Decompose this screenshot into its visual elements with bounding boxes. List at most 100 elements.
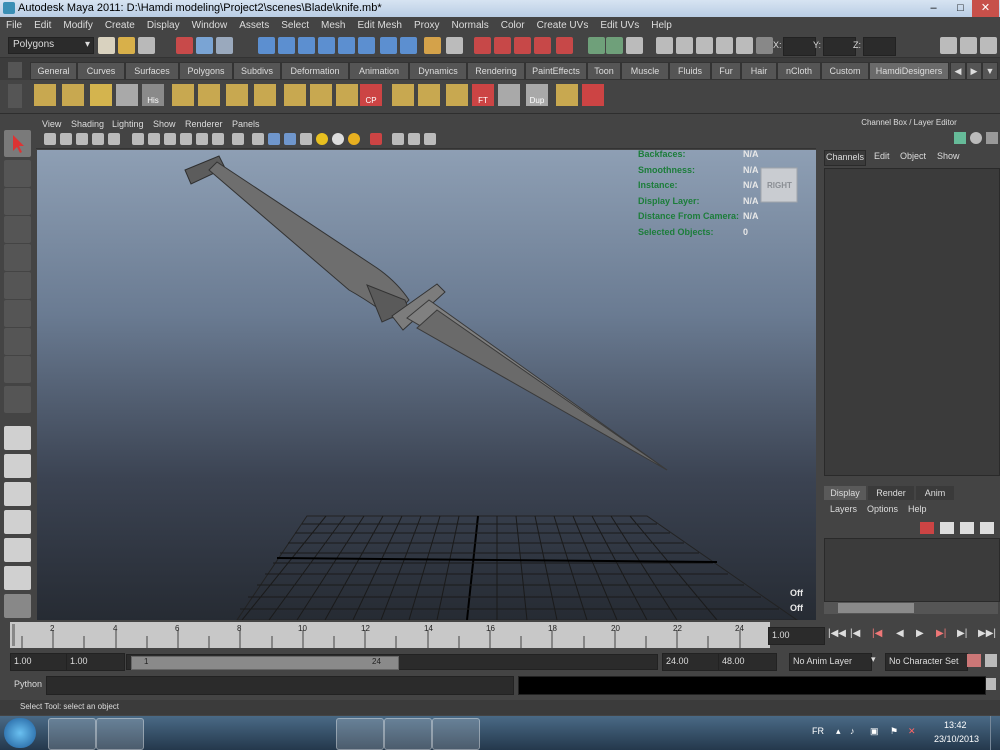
menu-window[interactable]: Window: [186, 17, 234, 34]
menu-edit[interactable]: Edit: [28, 17, 57, 34]
current-frame-field[interactable]: 1.00: [768, 627, 825, 645]
hypershade-icon[interactable]: [534, 37, 551, 54]
step-forward-frame-icon[interactable]: ▶|: [957, 628, 967, 639]
step-back-frame-icon[interactable]: |◀: [850, 628, 860, 639]
show-manipulator-tool-icon[interactable]: [4, 356, 31, 383]
move-layer-up-icon[interactable]: [960, 522, 974, 534]
shelf-tab-general[interactable]: General: [30, 62, 77, 80]
shelf-uv-icon[interactable]: [498, 84, 520, 106]
range-track[interactable]: 1 24: [126, 654, 658, 670]
snap-plane-icon[interactable]: [318, 37, 335, 54]
shelf-tab-painteffects[interactable]: PaintEffects: [525, 62, 587, 80]
clock-time[interactable]: 13:42: [944, 720, 967, 730]
knife-model[interactable]: [184, 155, 668, 471]
layer-tab-display[interactable]: Display: [824, 486, 866, 500]
vp-menu-view[interactable]: View: [42, 116, 61, 132]
menu-select[interactable]: Select: [275, 17, 315, 34]
tray-expand-icon[interactable]: ▴: [836, 726, 841, 737]
menu-set-dropdown[interactable]: Polygons ▾: [8, 37, 94, 54]
viewport-3d[interactable]: RIGHT Backfaces: N/A Smoothness: N/A Ins…: [37, 150, 816, 620]
command-input[interactable]: [46, 676, 514, 695]
chevron-down-icon[interactable]: ▾: [871, 654, 876, 665]
shelf-scroll-left-icon[interactable]: ◀: [950, 62, 966, 80]
layer-menu-layers[interactable]: Layers: [830, 504, 857, 514]
x-input[interactable]: [783, 37, 816, 56]
menu-mesh[interactable]: Mesh: [315, 17, 351, 34]
shelf-crease-icon[interactable]: [336, 84, 358, 106]
scale-tool-icon[interactable]: [4, 272, 31, 299]
safe-action-icon[interactable]: [196, 133, 208, 145]
play-forwards-icon[interactable]: ▶: [916, 628, 924, 639]
menu-create-uvs[interactable]: Create UVs: [531, 17, 595, 34]
taskbar-app-icon[interactable]: [48, 718, 96, 750]
menu-color[interactable]: Color: [495, 17, 531, 34]
construction-history-icon[interactable]: [400, 37, 417, 54]
script-editor-icon[interactable]: [986, 678, 996, 690]
taskbar-app-icon[interactable]: [144, 718, 190, 748]
anim-end-field[interactable]: 48.00: [718, 653, 777, 671]
bookmark-icon[interactable]: [76, 133, 88, 145]
lock-icon[interactable]: [424, 37, 441, 54]
hypershade-layout-icon[interactable]: [4, 538, 31, 562]
shelf-his-icon[interactable]: His: [142, 84, 164, 106]
playback-start-field[interactable]: 1.00: [66, 653, 125, 671]
shadows-icon[interactable]: [332, 133, 344, 145]
panel-layout-icon[interactable]: [656, 37, 673, 54]
layer-scrollbar[interactable]: [824, 602, 998, 614]
shelf-plane2-icon[interactable]: [62, 84, 84, 106]
four-view-layout-icon[interactable]: [4, 454, 31, 478]
shelf-cylinder-icon[interactable]: [310, 84, 332, 106]
camera-attributes-icon[interactable]: [60, 133, 72, 145]
step-back-key-icon[interactable]: |◀: [872, 628, 882, 639]
tool-settings-icon[interactable]: [606, 37, 623, 54]
move-tool-icon[interactable]: [4, 216, 31, 243]
make-live-icon[interactable]: [338, 37, 355, 54]
shelf-tab-curves[interactable]: Curves: [77, 62, 125, 80]
textured-icon[interactable]: [300, 133, 312, 145]
character-set-dropdown[interactable]: No Character Set: [885, 653, 968, 671]
select-object-icon[interactable]: [196, 37, 213, 54]
wireframe-icon[interactable]: [252, 133, 264, 145]
persp-outliner-layout-icon[interactable]: [4, 482, 31, 506]
shelf-cube-icon[interactable]: [284, 84, 306, 106]
magnet-icon[interactable]: [556, 37, 573, 54]
chrome-icon[interactable]: [384, 718, 432, 750]
select-tool-icon[interactable]: [4, 130, 31, 157]
maya-taskbar-icon[interactable]: [336, 718, 384, 750]
rotate-tool-icon[interactable]: [4, 244, 31, 271]
shelf-sphere-icon[interactable]: [446, 84, 468, 106]
layer-menu-help[interactable]: Help: [908, 504, 927, 514]
cb-display-icon[interactable]: [970, 132, 982, 144]
start-button[interactable]: [4, 718, 36, 748]
layer-list[interactable]: [824, 538, 1000, 602]
range-thumb[interactable]: 1 24: [131, 656, 399, 670]
taskbar-app-icon[interactable]: [288, 718, 334, 748]
shelf-grid-icon[interactable]: [90, 84, 112, 106]
attribute-editor-icon[interactable]: [588, 37, 605, 54]
field-chart-icon[interactable]: [180, 133, 192, 145]
isolate-select-icon[interactable]: [370, 133, 382, 145]
anim-start-field[interactable]: 1.00: [10, 653, 67, 671]
maximize-button[interactable]: □: [947, 0, 974, 17]
xray-joints-icon[interactable]: [408, 133, 420, 145]
shelf-ft-icon[interactable]: FT: [472, 84, 494, 106]
lasso-tool-icon[interactable]: [4, 160, 31, 187]
blend-shape-icon[interactable]: [736, 37, 753, 54]
shelf-tab-subdivs[interactable]: Subdivs: [233, 62, 281, 80]
xray-icon[interactable]: [392, 133, 404, 145]
camera-select-icon[interactable]: [44, 133, 56, 145]
time-ruler[interactable]: [10, 622, 780, 648]
shelf-options-icon[interactable]: [8, 62, 22, 78]
shelf-tab-polygons[interactable]: Polygons: [179, 62, 233, 80]
shelf-duplicate-face-icon[interactable]: [392, 84, 414, 106]
layer-scroll-thumb[interactable]: [838, 603, 914, 613]
layer-menu-options[interactable]: Options: [867, 504, 898, 514]
shelf-tab-muscle[interactable]: Muscle: [621, 62, 669, 80]
smooth-shade-icon[interactable]: [268, 133, 280, 145]
save-scene-icon[interactable]: [138, 37, 155, 54]
safe-title-icon[interactable]: [212, 133, 224, 145]
language-indicator[interactable]: FR: [812, 726, 824, 736]
render-current-frame-icon[interactable]: [474, 37, 491, 54]
snap-curve-icon[interactable]: [278, 37, 295, 54]
cb-menu-show[interactable]: Show: [937, 151, 960, 161]
